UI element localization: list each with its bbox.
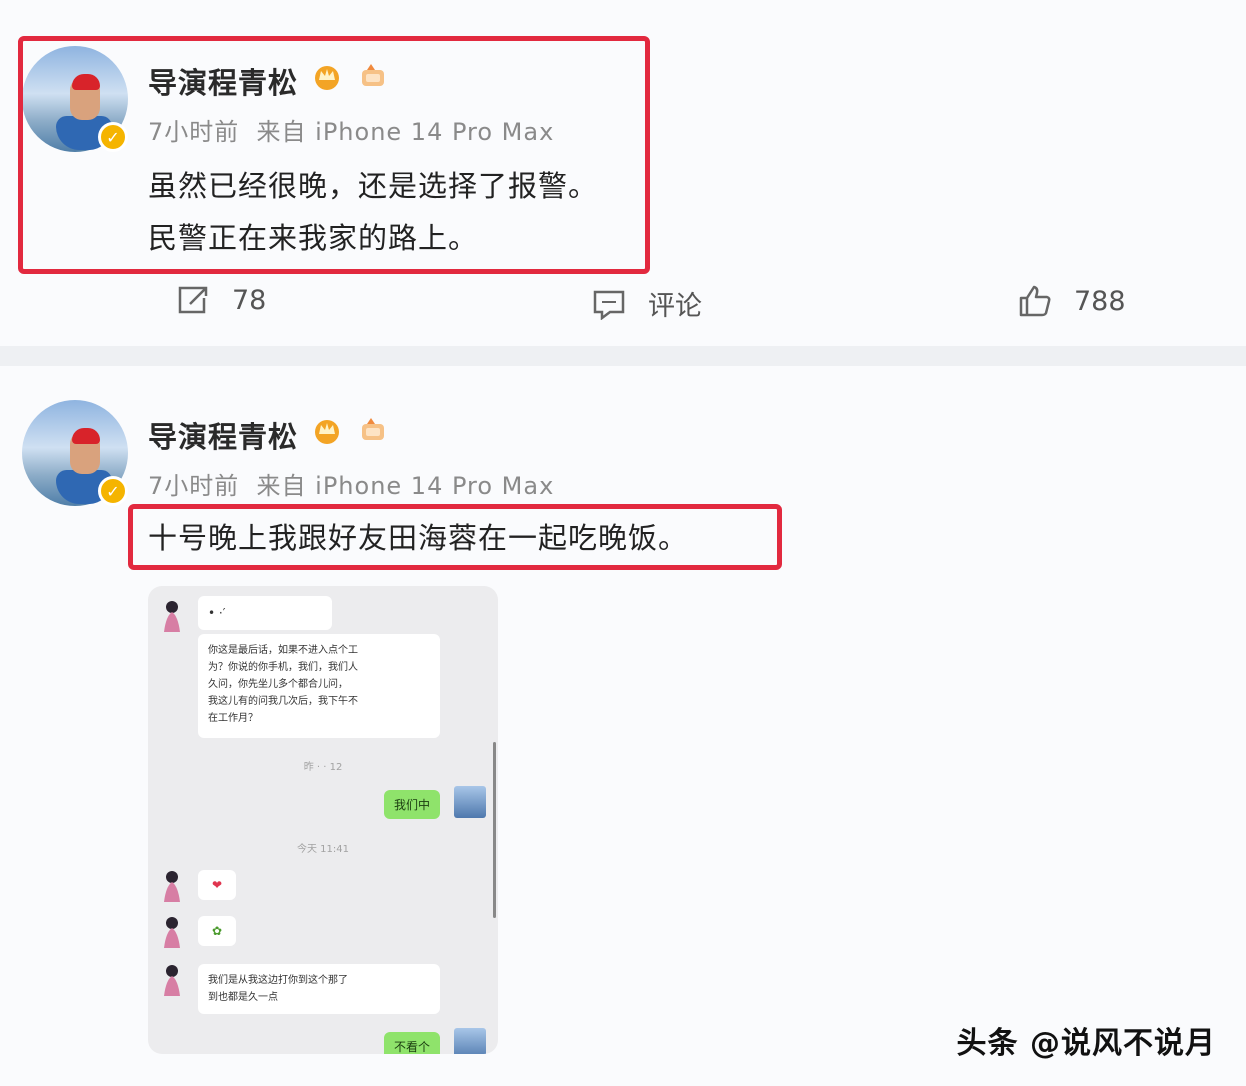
post-content: 虽然已经很晚，还是选择了报警。 民警正在来我家的路上。 [148,160,598,264]
feed-divider [0,346,1246,366]
comment-label: 评论 [648,291,702,322]
verified-badge-icon: ✓ [98,476,128,506]
self-avatar [454,786,486,818]
repost-count: 78 [232,284,267,316]
weibo-post-2: ✓ 导演程青松 7小时前 来自 iPhone 14 Pro Max 十号晚上我跟… [0,366,1246,1086]
chat-timestamp: 今天 11:41 [297,844,349,855]
contact-avatar-icon [164,917,180,948]
avatar-hat [72,428,100,444]
weibo-post-1: ✓ 导演程青松 7小时前 来自 iPhone 14 Pro Max 虽然已经很晚… [0,0,1246,346]
crown-icon [315,420,339,444]
comment-icon [593,290,625,320]
post-meta: 7小时前 来自 iPhone 14 Pro Max [148,472,555,500]
content-line: 虽然已经很晚，还是选择了报警。 [148,169,599,203]
chat-message: 我们是从我这边打你到这个那了 到也都是久一点 [198,964,440,1014]
chat-screenshot[interactable]: • ·′ 你这是最后话，如果不进入点个工 为？你说的你手机，我们，我们人 久问，… [148,586,498,1054]
comment-button[interactable]: 评论 [592,284,702,323]
chat-message: 你这是最后话，如果不进入点个工 为？你说的你手机，我们，我们人 久问，你先坐儿多… [198,634,440,738]
post-content: 十号晚上我跟好友田海蓉在一起吃晚饭。 [148,521,689,555]
medal-icon [362,418,384,440]
contact-avatar-icon [164,965,180,996]
content-line: 民警正在来我家的路上。 [148,221,479,255]
watermark: 头条 @说风不说月 [956,1026,1216,1061]
avatar[interactable]: ✓ [22,400,128,506]
like-count: 788 [1074,285,1126,317]
self-avatar [454,1028,486,1054]
chat-message: • ·′ [198,596,332,630]
repost-button[interactable]: 78 [176,284,266,316]
contact-avatar-icon [164,871,180,902]
like-button[interactable]: 788 [1018,284,1126,318]
contact-avatar-icon [164,601,180,632]
chat-reply: 不看个 [384,1032,441,1054]
chat-message-heart: ❤ [198,870,236,900]
repost-icon [178,286,208,314]
chat-scrollbar[interactable] [493,742,496,918]
chat-timestamp: 昨 · · 12 [303,762,343,773]
chat-message-flower: ✿ [198,916,236,946]
chat-reply: 我们中 [384,790,441,819]
author-name[interactable]: 导演程青松 [148,414,298,456]
like-icon [1019,285,1051,317]
